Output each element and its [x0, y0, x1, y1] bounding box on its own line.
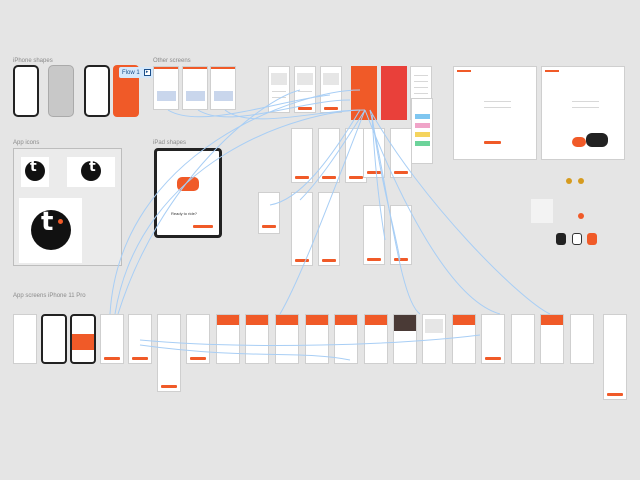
flow-connectors — [109, 89, 551, 361]
